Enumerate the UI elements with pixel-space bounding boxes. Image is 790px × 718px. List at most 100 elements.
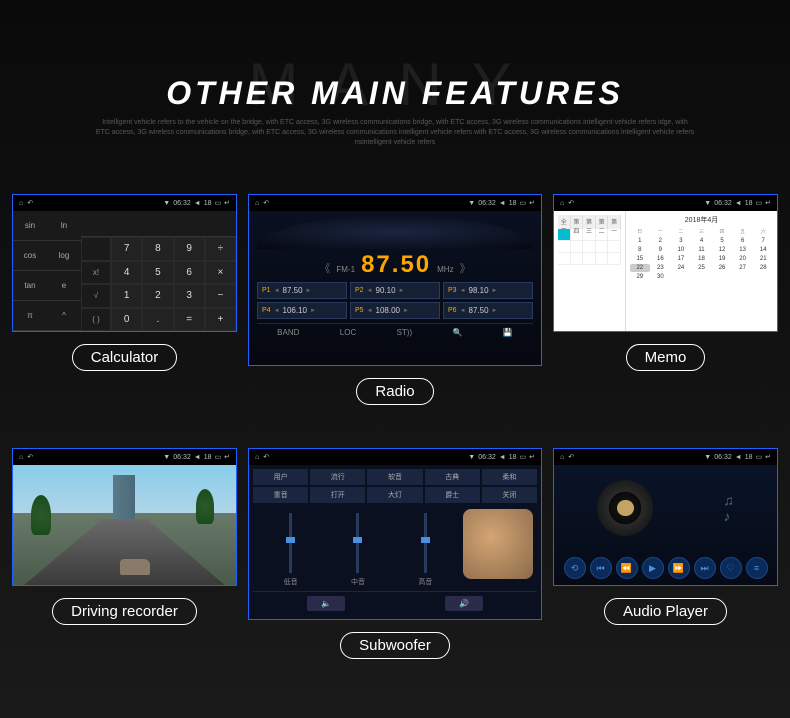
calc-fn-^[interactable]: ^: [47, 301, 81, 331]
calc-fn-π[interactable]: π: [13, 301, 47, 331]
calc-key[interactable]: 5: [142, 261, 173, 285]
calc-key[interactable]: 1: [111, 284, 142, 308]
calc-key[interactable]: ×: [205, 261, 236, 285]
battery-icon: ▭: [520, 453, 527, 461]
calc-fn-e[interactable]: e: [47, 271, 81, 301]
cal-day[interactable]: 4: [692, 237, 712, 245]
calc-key[interactable]: 4: [111, 261, 142, 285]
preset-P6[interactable]: P6◄87.50►: [443, 302, 533, 319]
calc-side[interactable]: [81, 237, 111, 261]
player-button[interactable]: ≡: [746, 557, 768, 579]
preset-P3[interactable]: P3◄98.10►: [443, 282, 533, 299]
eq-slider[interactable]: 低音: [284, 509, 298, 587]
cal-day[interactable]: 12: [712, 246, 732, 254]
preset-P1[interactable]: P1◄87.50►: [257, 282, 347, 299]
cal-day[interactable]: 14: [753, 246, 773, 254]
status-bar: ⌂↶ ▼06:32◄18▭↵: [13, 195, 236, 211]
calc-side[interactable]: ( ): [81, 308, 111, 332]
eq-tab[interactable]: 用户: [253, 469, 308, 485]
calc-key[interactable]: .: [142, 308, 173, 332]
preset-P5[interactable]: P5◄108.00►: [350, 302, 440, 319]
eq-tab[interactable]: 软音: [367, 469, 422, 485]
eq-tab[interactable]: 打开: [310, 487, 365, 503]
cal-day[interactable]: 21: [753, 255, 773, 263]
cal-day[interactable]: 22: [630, 264, 650, 272]
calc-key[interactable]: ÷: [205, 237, 236, 261]
cal-day[interactable]: 28: [753, 264, 773, 272]
calc-key[interactable]: 2: [142, 284, 173, 308]
calc-key[interactable]: 9: [174, 237, 205, 261]
calc-fn-sin[interactable]: sin: [13, 211, 47, 241]
player-button[interactable]: ▶: [642, 557, 664, 579]
player-button[interactable]: ⟲: [564, 557, 586, 579]
eq-tab[interactable]: 关闭: [482, 487, 537, 503]
cal-day[interactable]: 25: [692, 264, 712, 272]
radio-ctrl-btn[interactable]: BAND: [277, 328, 299, 337]
eq-slider[interactable]: 中音: [351, 509, 365, 587]
cal-day[interactable]: 18: [692, 255, 712, 263]
calc-fn-cos[interactable]: cos: [13, 241, 47, 271]
calc-fn-tan[interactable]: tan: [13, 271, 47, 301]
cal-day[interactable]: 11: [692, 246, 712, 254]
calc-key[interactable]: 6: [174, 261, 205, 285]
cal-day[interactable]: 26: [712, 264, 732, 272]
radio-ctrl-btn[interactable]: ST)): [397, 328, 413, 337]
preset-P4[interactable]: P4◄106.10►: [257, 302, 347, 319]
sub-bottom-btn[interactable]: 🔈: [307, 596, 345, 611]
cal-day[interactable]: 23: [651, 264, 671, 272]
eq-tab[interactable]: 古典: [425, 469, 480, 485]
calc-key[interactable]: 8: [142, 237, 173, 261]
cal-day[interactable]: 10: [671, 246, 691, 254]
calc-fn-log[interactable]: log: [47, 241, 81, 271]
next-arrow-icon[interactable]: 》: [460, 260, 471, 276]
cal-day[interactable]: 16: [651, 255, 671, 263]
cal-day[interactable]: 15: [630, 255, 650, 263]
calc-key[interactable]: +: [205, 308, 236, 332]
cal-day[interactable]: 20: [733, 255, 753, 263]
cal-day[interactable]: 6: [733, 237, 753, 245]
cal-day[interactable]: 29: [630, 273, 650, 281]
cal-day[interactable]: 24: [671, 264, 691, 272]
cal-day[interactable]: 8: [630, 246, 650, 254]
player-button[interactable]: ⏩: [668, 557, 690, 579]
calc-key[interactable]: 7: [111, 237, 142, 261]
status-volume: 18: [509, 454, 517, 461]
cal-day[interactable]: 3: [671, 237, 691, 245]
cal-day[interactable]: 17: [671, 255, 691, 263]
calc-key[interactable]: 3: [174, 284, 205, 308]
cal-day[interactable]: 13: [733, 246, 753, 254]
calc-fn-ln[interactable]: ln: [47, 211, 81, 241]
cal-day[interactable]: 2: [651, 237, 671, 245]
cal-day[interactable]: 9: [651, 246, 671, 254]
eq-tab[interactable]: 大灯: [367, 487, 422, 503]
radio-ctrl-btn[interactable]: 💾: [503, 328, 513, 337]
cal-day[interactable]: 7: [753, 237, 773, 245]
cal-day[interactable]: 1: [630, 237, 650, 245]
cal-day[interactable]: 19: [712, 255, 732, 263]
radio-band: FM-1: [336, 265, 355, 274]
preset-P2[interactable]: P2◄90.10►: [350, 282, 440, 299]
cal-day[interactable]: 5: [712, 237, 732, 245]
radio-ctrl-btn[interactable]: LOC: [340, 328, 356, 337]
sub-bottom-btn[interactable]: 🔊: [445, 596, 483, 611]
eq-tab[interactable]: 重音: [253, 487, 308, 503]
eq-slider[interactable]: 高音: [418, 509, 432, 587]
eq-tab[interactable]: 流行: [310, 469, 365, 485]
calc-key[interactable]: 0: [111, 308, 142, 332]
prev-arrow-icon[interactable]: 《: [319, 260, 330, 276]
memo-active-cell[interactable]: [558, 229, 571, 240]
wifi-icon: ▼: [704, 200, 711, 207]
calc-side[interactable]: x!: [81, 261, 111, 285]
player-button[interactable]: ⏮: [590, 557, 612, 579]
calc-key[interactable]: =: [174, 308, 205, 332]
cal-day[interactable]: 30: [651, 273, 671, 281]
cal-day[interactable]: 27: [733, 264, 753, 272]
player-button[interactable]: ⏭: [694, 557, 716, 579]
player-button[interactable]: ♡: [720, 557, 742, 579]
calc-key[interactable]: −: [205, 284, 236, 308]
player-button[interactable]: ⏪: [616, 557, 638, 579]
calc-side[interactable]: √: [81, 284, 111, 308]
eq-tab[interactable]: 柔和: [482, 469, 537, 485]
radio-ctrl-btn[interactable]: 🔍: [453, 328, 463, 337]
eq-tab[interactable]: 爵士: [425, 487, 480, 503]
